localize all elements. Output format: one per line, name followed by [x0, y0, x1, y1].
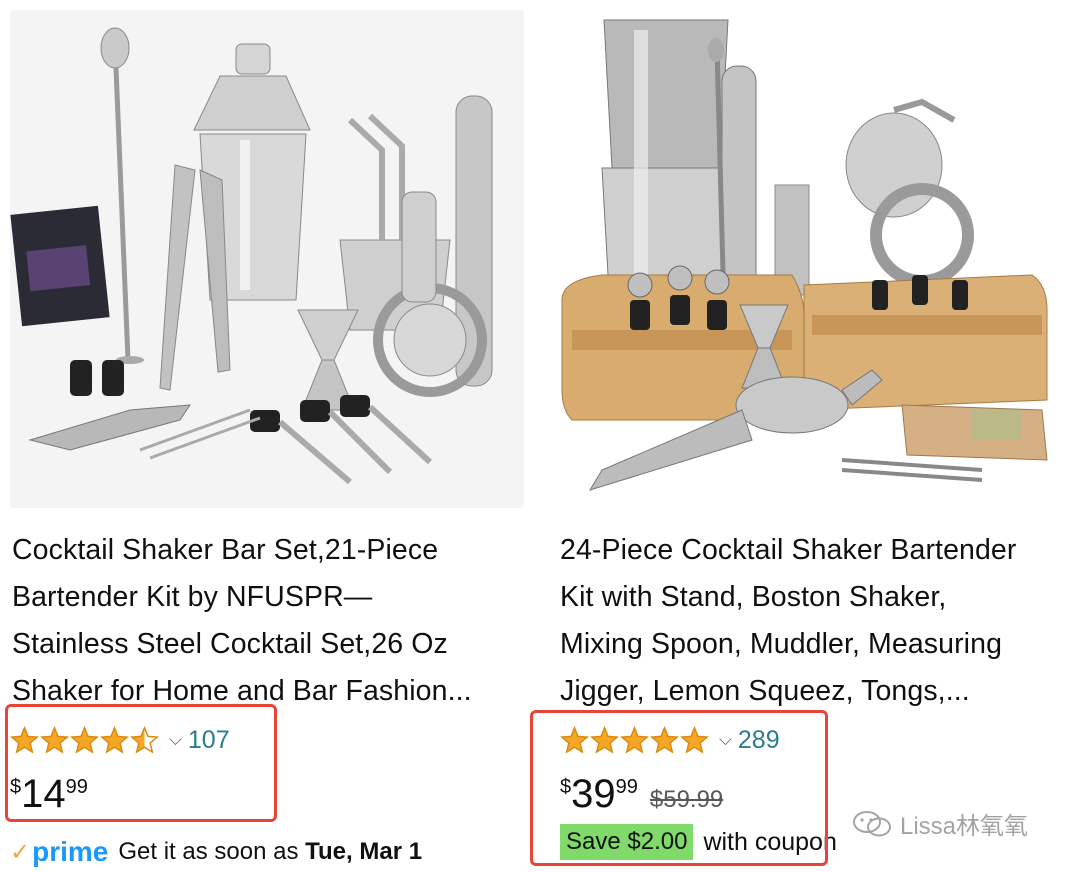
- product-title-2[interactable]: 24-Piece Cocktail Shaker Bartender Kit w…: [560, 527, 1070, 715]
- bar-set-illustration: [10, 10, 524, 508]
- title-line: Mixing Spoon, Muddler, Measuring: [560, 628, 1003, 660]
- delivery-prefix: Get it as soon as: [118, 838, 306, 865]
- delivery-info: ✓ prime Get it as soon as Tue, Mar 1: [10, 836, 422, 868]
- prime-badge: ✓ prime: [10, 836, 108, 868]
- prime-label: prime: [32, 836, 109, 867]
- title-line: Kit with Stand, Boston Shaker,: [560, 581, 947, 613]
- title-line: Stainless Steel Cocktail Set,26 Oz: [12, 628, 448, 660]
- title-line: Cocktail Shaker Bar Set,21-Piece: [12, 534, 439, 566]
- wechat-icon: [853, 810, 891, 836]
- bartender-kit-illustration: [542, 10, 1076, 508]
- delivery-date: Tue, Mar 1: [305, 838, 423, 865]
- product-card-2[interactable]: 24-Piece Cocktail Shaker Bartender Kit w…: [530, 0, 1076, 872]
- product-title-1[interactable]: Cocktail Shaker Bar Set,21-Piece Bartend…: [12, 527, 517, 715]
- watermark-text: Lissa林氧氧: [900, 813, 1029, 840]
- title-line: Bartender Kit by NFUSPR—: [12, 581, 373, 613]
- highlight-box-1: [5, 704, 277, 822]
- title-line: Jigger, Lemon Squeez, Tongs,...: [560, 675, 970, 707]
- product-card-1[interactable]: Cocktail Shaker Bar Set,21-Piece Bartend…: [0, 0, 528, 872]
- title-line: 24-Piece Cocktail Shaker Bartender: [560, 534, 1017, 566]
- product-image-2[interactable]: [542, 10, 1076, 508]
- highlight-box-2: [530, 710, 828, 866]
- check-icon: ✓: [10, 838, 31, 866]
- watermark: Lissa林氧氧: [852, 806, 1028, 841]
- product-image-1[interactable]: [10, 10, 524, 508]
